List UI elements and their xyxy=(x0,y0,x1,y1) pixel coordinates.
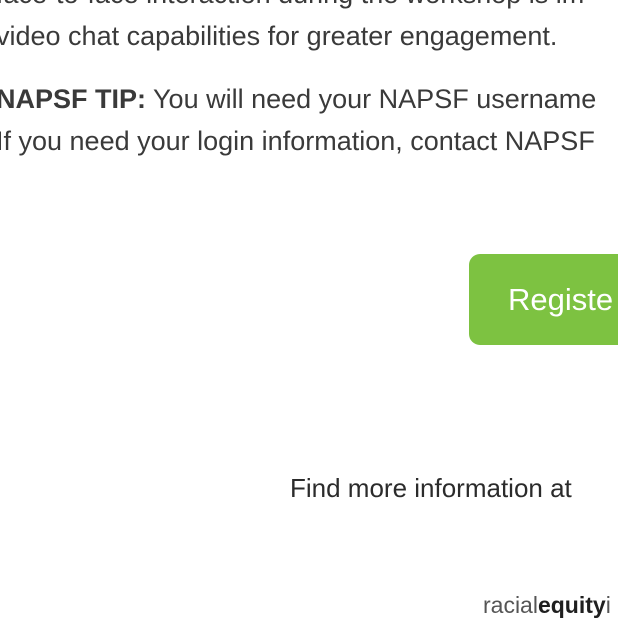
napsf-tip-label: NAPSF TIP: xyxy=(0,84,147,114)
register-button[interactable]: Registe xyxy=(469,254,618,345)
napsf-tip-line-2: If you need your login information, cont… xyxy=(0,126,595,156)
logo-part-racial: racial xyxy=(483,592,538,618)
paragraph-engagement: face-to-face interaction during the work… xyxy=(0,0,584,57)
logo-part-trailing: i xyxy=(605,592,611,618)
find-more-info-text: Find more information at xyxy=(290,473,572,503)
page-crop: face-to-face interaction during the work… xyxy=(0,0,618,627)
napsf-tip: NAPSF TIP: You will need your NAPSF user… xyxy=(0,78,596,162)
napsf-tip-line-1: NAPSF TIP: You will need your NAPSF user… xyxy=(0,78,596,120)
logo-part-equity: equity xyxy=(537,592,606,618)
napsf-tip-line-1-text: You will need your NAPSF username xyxy=(146,84,597,114)
paragraph-engagement-line-1: face-to-face interaction during the work… xyxy=(0,0,584,15)
racial-equity-logo: racialequityi xyxy=(483,589,611,621)
paragraph-engagement-line-2: video chat capabilities for greater enga… xyxy=(0,21,558,51)
register-button-label: Registe xyxy=(508,282,614,317)
